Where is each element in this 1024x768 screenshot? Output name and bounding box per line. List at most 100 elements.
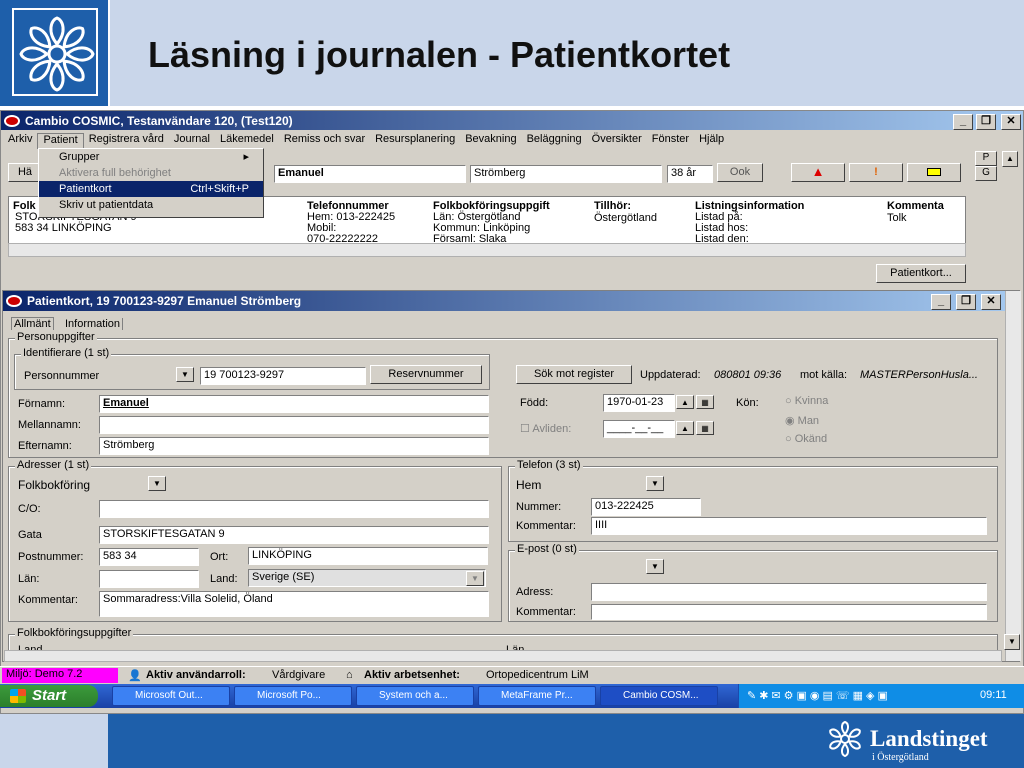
menu-item-aktivera[interactable]: Aktivera full behörighet	[39, 165, 263, 181]
land-select[interactable]: Sverige (SE)	[248, 569, 486, 587]
card-minimize-button[interactable]: _	[931, 294, 951, 310]
fodd-field[interactable]: 1970-01-23	[603, 394, 675, 412]
calendar-icon[interactable]: ▦	[696, 395, 714, 409]
clock: 09:11	[980, 689, 1007, 701]
chevron-down-icon[interactable]: ▼	[646, 559, 664, 574]
col-header-tillhor: Tillhör:	[594, 200, 632, 212]
card-scroll-down[interactable]: ▼	[1004, 634, 1020, 650]
nummer-label: Nummer:	[516, 501, 562, 513]
kon-radio-kvinna[interactable]: ○ Kvinna	[785, 395, 828, 407]
warning-button[interactable]: ▲	[791, 163, 845, 182]
menu-oversikter[interactable]: Översikter	[587, 133, 647, 149]
menu-item-skriv-ut[interactable]: Skriv ut patientdata	[39, 197, 263, 213]
epost-adress-field[interactable]	[591, 583, 987, 601]
chevron-down-icon[interactable]: ▼	[176, 367, 194, 382]
reservnummer-button[interactable]: Reservnummer	[370, 365, 482, 384]
task-system[interactable]: System och a...	[356, 686, 474, 706]
listning-col: Listad på: Listad hos: Listad den:	[695, 211, 749, 245]
calendar-icon[interactable]: ▦	[696, 421, 714, 435]
home-icon: ⌂	[346, 669, 353, 681]
outer-scroll-up[interactable]: ▲	[1002, 151, 1018, 167]
task-powerpoint[interactable]: Microsoft Po...	[234, 686, 352, 706]
efternamn-field[interactable]: Strömberg	[99, 437, 489, 455]
menu-hjalp[interactable]: Hjälp	[694, 133, 729, 149]
sok-mot-register-button[interactable]: Sök mot register	[516, 365, 632, 384]
task-outlook[interactable]: Microsoft Out...	[112, 686, 230, 706]
kon-radio-okand[interactable]: ○ Okänd	[785, 433, 827, 445]
last-name-field[interactable]: Strömberg	[470, 165, 662, 183]
tillhor-value: Östergötland	[594, 212, 657, 224]
fodd-spinner[interactable]: ▲	[676, 395, 694, 409]
gata-field[interactable]: STORSKIFTESGATAN 9	[99, 526, 489, 544]
menu-item-patientkort[interactable]: Patientkort Ctrl+Skift+P	[39, 181, 263, 197]
personnummer-field[interactable]: 19 700123-9297	[200, 367, 366, 385]
avliden-spinner[interactable]: ▲	[676, 421, 694, 435]
ort-field[interactable]: LINKÖPING	[248, 547, 488, 565]
adress-type-select[interactable]: Folkbokföring	[18, 478, 90, 492]
tray-icons[interactable]: ✎✱✉⚙▣◉▤☏▦◈▣	[747, 689, 891, 702]
list-hscrollbar[interactable]	[8, 243, 966, 257]
co-field[interactable]	[99, 500, 489, 518]
fornamn-field[interactable]: Emanuel	[99, 395, 489, 413]
epost-kommentar-field[interactable]	[591, 604, 987, 620]
card-vscrollbar[interactable]	[1005, 291, 1021, 661]
card-close-button[interactable]: ✕	[981, 294, 1001, 310]
avliden-field[interactable]: ____-__-__	[603, 420, 675, 438]
mellannamn-field[interactable]	[99, 416, 489, 434]
warning-icon: ▲	[811, 164, 825, 179]
kon-radio-man[interactable]: ◉ Man	[785, 414, 819, 427]
nummer-field[interactable]: 013-222425	[591, 498, 701, 516]
tel-kommentar-field[interactable]: IIII	[591, 517, 987, 535]
lan-field[interactable]	[99, 570, 199, 588]
avliden-checkbox[interactable]: ☐ Avliden:	[520, 422, 571, 435]
hamta-button[interactable]: Hä	[8, 163, 42, 182]
start-button[interactable]: Start	[0, 685, 98, 707]
menu-resursplanering[interactable]: Resursplanering	[370, 133, 460, 149]
alert-button[interactable]: !	[849, 163, 903, 182]
tab-allmant[interactable]: Allmänt	[11, 317, 54, 330]
chevron-down-icon[interactable]: ▼	[646, 476, 664, 491]
kalla-label: mot källa:	[800, 369, 848, 381]
patientkort-button[interactable]: Patientkort...	[876, 264, 966, 283]
brand-name: Landstinget	[870, 726, 988, 751]
id-type-select[interactable]: Personnummer	[24, 370, 99, 382]
ort-label: Ort:	[210, 551, 229, 563]
task-cambio[interactable]: Cambio COSM...	[600, 686, 718, 706]
side-p-button[interactable]: P	[975, 151, 997, 166]
tab-information[interactable]: Information	[63, 318, 124, 330]
enhet-label: Aktiv arbetsenhet:	[364, 669, 460, 681]
card-restore-button[interactable]: ❐	[956, 294, 976, 310]
chevron-down-icon[interactable]: ▼	[466, 571, 484, 586]
first-name-field[interactable]: Emanuel	[274, 165, 466, 183]
postnummer-field[interactable]: 583 34	[99, 548, 199, 566]
roll-label: Aktiv användarroll:	[146, 669, 246, 681]
menu-journal[interactable]: Journal	[169, 133, 215, 149]
menu-registrera-vard[interactable]: Registrera vård	[84, 133, 169, 149]
chevron-down-icon[interactable]: ▼	[148, 476, 166, 491]
menu-bar: Arkiv Patient Registrera vård Journal Lä…	[3, 133, 729, 149]
window-titlebar: Cambio COSMIC, Testanvändare 120, (Test1…	[1, 111, 1023, 130]
status-bar: Miljö: Demo 7.2 👤 Aktiv användarroll: Vå…	[0, 666, 1024, 684]
patientkort-titlebar: Patientkort, 19 700123-9297 Emanuel Strö…	[3, 291, 1019, 311]
tel-type-select[interactable]: Hem	[516, 478, 541, 492]
minimize-button[interactable]: _	[953, 114, 973, 130]
note-button[interactable]	[907, 163, 961, 182]
menu-bevakning[interactable]: Bevakning	[460, 133, 521, 149]
epost-adress-label: Adress:	[516, 586, 554, 598]
menu-remiss[interactable]: Remiss och svar	[279, 133, 370, 149]
brand-sub: i Östergötland	[872, 752, 929, 763]
side-g-button[interactable]: G	[975, 166, 997, 181]
restore-button[interactable]: ❐	[976, 114, 996, 130]
menu-arkiv[interactable]: Arkiv	[3, 133, 37, 149]
close-button[interactable]: ✕	[1001, 114, 1021, 130]
menu-lakemedel[interactable]: Läkemedel	[215, 133, 279, 149]
task-metaframe[interactable]: MetaFrame Pr...	[478, 686, 596, 706]
lan-label: Län:	[18, 573, 40, 585]
menu-fonster[interactable]: Fönster	[647, 133, 694, 149]
menu-belaggning[interactable]: Beläggning	[522, 133, 587, 149]
ok-button[interactable]: Ook	[717, 163, 763, 182]
kommentar-field[interactable]: Sommaradress:Villa Solelid, Öland	[99, 591, 489, 617]
menu-item-grupper[interactable]: Grupper ▸	[39, 149, 263, 165]
card-hscrollbar[interactable]	[4, 650, 1002, 662]
menu-patient[interactable]: Patient	[37, 133, 84, 149]
